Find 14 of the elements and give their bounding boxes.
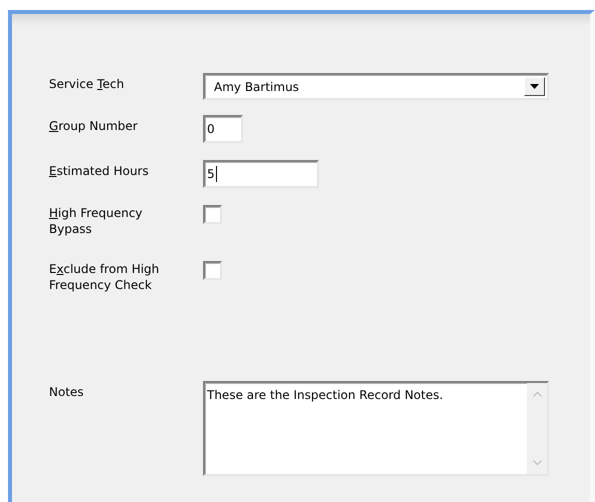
caret-icon — [530, 84, 539, 89]
field-label: High Frequency Bypass — [49, 205, 144, 237]
dropdown-field[interactable]: Amy Bartimus — [203, 73, 549, 100]
field-label: Group Number — [49, 118, 139, 134]
checkbox[interactable] — [203, 261, 222, 280]
input-field[interactable]: 0 — [203, 115, 243, 143]
notes-field[interactable]: These are the Inspection Record Notes. — [203, 381, 549, 476]
field-label: Service Tech — [49, 76, 126, 92]
dropdown-button[interactable] — [524, 77, 545, 96]
field-label: Exclude from High Frequency Check — [49, 261, 160, 293]
input-field[interactable]: 5 — [203, 160, 319, 188]
checkbox[interactable] — [203, 205, 222, 224]
field-label: Estimated Hours — [49, 163, 150, 179]
field-label: Notes — [49, 384, 85, 400]
